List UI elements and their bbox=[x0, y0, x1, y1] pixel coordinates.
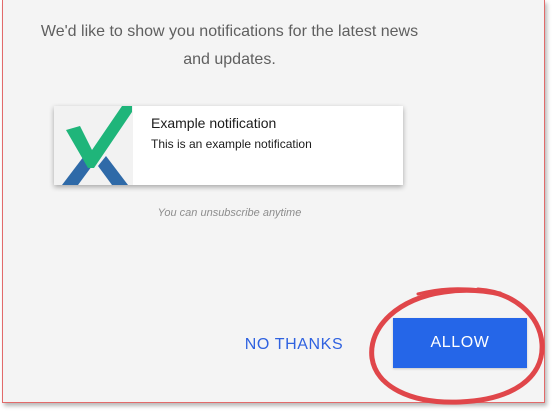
allow-button[interactable]: ALLOW bbox=[393, 318, 527, 368]
notification-preview-title: Example notification bbox=[151, 115, 277, 131]
notification-preview-card: Example notification This is an example … bbox=[54, 106, 403, 185]
unsubscribe-hint: You can unsubscribe anytime bbox=[157, 207, 302, 219]
checkmark-x-logo-icon bbox=[54, 106, 133, 185]
no-thanks-button[interactable]: NO THANKS bbox=[225, 330, 363, 360]
notification-preview-body: This is an example notification bbox=[151, 137, 312, 151]
notification-permission-dialog: We'd like to show you notifications for … bbox=[2, 0, 545, 403]
permission-message: We'd like to show you notifications for … bbox=[40, 23, 419, 68]
